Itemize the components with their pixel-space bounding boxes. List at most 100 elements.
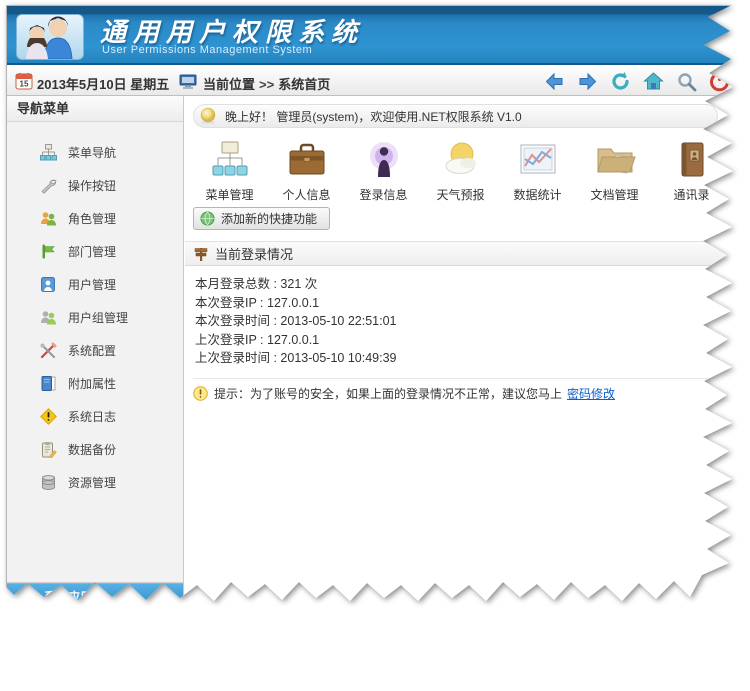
sidebar-item-role-management[interactable]: 角色管理 — [7, 202, 183, 235]
add-shortcut-label: 添加新的快捷功能 — [221, 210, 317, 227]
main-content: 晚上好！ 管理员(system)，欢迎使用.NET权限系统 V1.0 菜单管理 … — [185, 96, 746, 614]
refresh-icon[interactable] — [610, 71, 631, 92]
shortcut-login-info[interactable]: 登录信息 — [345, 139, 422, 203]
panel-icon — [22, 671, 35, 684]
address-book-icon — [671, 139, 713, 181]
change-password-link[interactable]: 密码修改 — [567, 385, 615, 402]
wrench-icon — [40, 177, 57, 194]
screenshot-page: 通用用户权限系统 User Permissions Management Sys… — [6, 5, 746, 614]
home-icon[interactable] — [643, 71, 664, 92]
divider — [193, 378, 718, 379]
sidebar-item-label: 用户管理 — [68, 276, 116, 293]
login-status-header: 当前登录情况 — [185, 241, 746, 266]
shortcut-weather-forecast[interactable]: 天气预报 — [422, 139, 499, 203]
roles-icon — [40, 210, 57, 227]
sidebar-item-system-config[interactable]: 系统配置 — [7, 334, 183, 367]
statistics-chart-icon — [517, 139, 559, 181]
shortcut-data-statistics[interactable]: 数据统计 — [499, 139, 576, 203]
sidebar-item-label: 菜单导航 — [68, 144, 116, 161]
sidebar: 导航菜单 菜单导航 操作按钮 角色管理 — [7, 96, 184, 614]
sidebar-item-label: 角色管理 — [68, 210, 116, 227]
sidebar-header: 导航菜单 — [7, 96, 183, 122]
calendar-day: 15 — [20, 80, 29, 89]
search-icon[interactable] — [676, 71, 697, 92]
sidebar-item-label: 系统配置 — [68, 342, 116, 359]
shortcut-personal-info[interactable]: 个人信息 — [268, 139, 345, 203]
breadcrumb-label: 当前位置 — [203, 77, 255, 92]
toolbar: 15 2013年5月10日 星期五 当前位置>>系统首页 — [7, 67, 746, 96]
config-tools-icon — [40, 342, 57, 359]
window-frame: 通用用户权限系统 User Permissions Management Sys… — [6, 5, 746, 614]
login-status-title: 当前登录情况 — [215, 244, 293, 263]
welcome-message: 晚上好！ 管理员(system)，欢迎使用.NET权限系统 V1.0 — [225, 108, 522, 125]
login-info-list: 本月登录总数 : 321 次 本次登录IP : 127.0.0.1 本次登录时间… — [195, 275, 397, 368]
logout-icon[interactable] — [709, 71, 730, 92]
login-info-row: 上次登录IP : 127.0.0.1 — [195, 331, 397, 350]
forward-icon[interactable] — [577, 71, 598, 92]
sidebar-item-additional-attributes[interactable]: 附加属性 — [7, 367, 183, 400]
accordion-label: 个人应用 — [44, 615, 92, 632]
shortcut-label: 天气预报 — [436, 186, 484, 203]
user-group-icon — [40, 309, 57, 326]
sidebar-item-label: 附加属性 — [68, 375, 116, 392]
sidebar-accordion: 系统应用 个人应用 生产管理 项目管理 — [7, 582, 183, 691]
shortcut-label: 菜单管理 — [205, 186, 253, 203]
welcome-bar: 晚上好！ 管理员(system)，欢迎使用.NET权限系统 V1.0 — [193, 104, 718, 128]
org-chart-icon — [209, 139, 251, 181]
folder-icon — [594, 139, 636, 181]
breadcrumb-page: 系统首页 — [278, 77, 330, 92]
shortcut-label: 数据统计 — [513, 186, 561, 203]
globe-add-icon — [200, 211, 215, 226]
sidebar-item-department-management[interactable]: 部门管理 — [7, 235, 183, 268]
accordion-section-project-management[interactable]: 项目管理 — [7, 664, 183, 691]
back-icon[interactable] — [544, 71, 565, 92]
tip-text: 提示：为了账号的安全，如果上面的登录情况不正常，建议您马上 — [214, 385, 562, 402]
shortcut-address-book[interactable]: 通讯录 — [653, 139, 730, 203]
login-info-row: 本月登录总数 : 321 次 — [195, 275, 397, 294]
sidebar-item-operation-buttons[interactable]: 操作按钮 — [7, 169, 183, 202]
accordion-section-production-management[interactable]: 生产管理 — [7, 637, 183, 664]
syslog-warning-icon — [40, 408, 57, 425]
shortcut-label: 通讯录 — [673, 186, 709, 203]
sidebar-item-label: 资源管理 — [68, 474, 116, 491]
shortcut-menu-management[interactable]: 菜单管理 — [191, 139, 268, 203]
app-header: 通用用户权限系统 User Permissions Management Sys… — [7, 6, 746, 65]
department-icon — [40, 243, 57, 260]
shortcut-document-management[interactable]: 文档管理 — [576, 139, 653, 203]
monitor-icon — [179, 74, 197, 95]
sidebar-item-label: 系统日志 — [68, 408, 116, 425]
warning-circle-icon — [193, 386, 208, 401]
accordion-label: 生产管理 — [44, 642, 92, 659]
accordion-section-system-apps[interactable]: 系统应用 — [7, 583, 183, 610]
sidebar-menu: 菜单导航 操作按钮 角色管理 部门管理 — [7, 122, 183, 499]
backup-clipboard-icon — [40, 441, 57, 458]
two-users-logo — [16, 14, 84, 60]
weather-icon — [440, 139, 482, 181]
accordion-label: 项目管理 — [44, 669, 92, 686]
nav-buttons — [544, 71, 730, 92]
sidebar-item-label: 部门管理 — [68, 243, 116, 260]
sidebar-item-user-management[interactable]: 用户管理 — [7, 268, 183, 301]
sidebar-item-data-backup[interactable]: 数据备份 — [7, 433, 183, 466]
shortcut-label: 文档管理 — [590, 186, 638, 203]
sidebar-item-label: 操作按钮 — [68, 177, 116, 194]
security-tip: 提示：为了账号的安全，如果上面的登录情况不正常，建议您马上 密码修改 — [193, 385, 615, 402]
accordion-section-personal-apps[interactable]: 个人应用 — [7, 610, 183, 637]
add-shortcut-button[interactable]: 添加新的快捷功能 — [193, 207, 330, 230]
login-info-row: 本次登录IP : 127.0.0.1 — [195, 294, 397, 313]
breadcrumb-separator: >> — [255, 77, 278, 92]
sun-ball-icon — [199, 107, 217, 125]
sidebar-item-label: 数据备份 — [68, 441, 116, 458]
panel-icon — [22, 617, 35, 630]
login-info-row: 本次登录时间 : 2013-05-10 22:51:01 — [195, 312, 397, 331]
sidebar-item-user-group-management[interactable]: 用户组管理 — [7, 301, 183, 334]
sidebar-item-resource-management[interactable]: 资源管理 — [7, 466, 183, 499]
sitemap-icon — [40, 144, 57, 161]
user-card-icon — [40, 276, 57, 293]
login-signal-icon — [363, 139, 405, 181]
sidebar-item-system-log[interactable]: 系统日志 — [7, 400, 183, 433]
sidebar-item-label: 用户组管理 — [68, 309, 128, 326]
book-icon — [40, 375, 57, 392]
login-info-row: 上次登录时间 : 2013-05-10 10:49:39 — [195, 349, 397, 368]
sidebar-item-menu-navigation[interactable]: 菜单导航 — [7, 136, 183, 169]
